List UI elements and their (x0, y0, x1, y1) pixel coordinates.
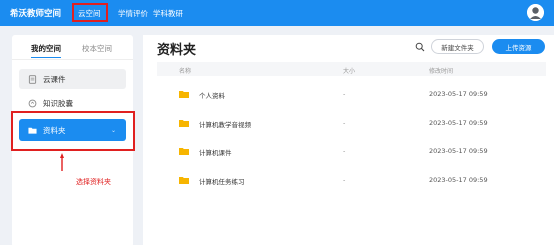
row-name: 计算机教学音视频 (199, 121, 251, 129)
avatar[interactable] (527, 4, 544, 21)
user-avatar-icon (527, 4, 544, 21)
column-header-time[interactable]: 修改时间 (429, 66, 453, 75)
row-time: 2023-05-17 09:59 (429, 176, 488, 184)
row-name: 计算机任务练习 (199, 178, 245, 186)
search-icon[interactable] (415, 42, 425, 52)
folder-icon (179, 120, 189, 127)
highlight-box-folder (11, 111, 135, 151)
row-time: 2023-05-17 09:59 (429, 147, 488, 155)
page-title: 资料夹 (157, 43, 197, 58)
row-size: - (343, 90, 346, 98)
upload-resource-button[interactable]: 上传资源 (492, 39, 545, 54)
row-size: - (343, 119, 346, 127)
table-row[interactable]: 计算机教学音视频 - 2023-05-17 09:59 (157, 116, 546, 132)
folder-icon (179, 177, 189, 184)
row-size: - (343, 176, 346, 184)
folder-icon (179, 148, 189, 155)
main-panel: 资料夹 新建文件夹 上传资源 名称 大小 修改时间 个人资料 - 2023-05… (143, 35, 554, 245)
tab-divider (12, 59, 133, 60)
annotation-label: 选择资料夹 (76, 178, 111, 186)
sidebar-item-label: 知识胶囊 (43, 98, 73, 108)
sidebar-item-cloud-courseware[interactable]: 云课件 (19, 69, 126, 89)
table-row[interactable]: 计算机任务练习 - 2023-05-17 09:59 (157, 173, 546, 189)
column-header-name[interactable]: 名称 (179, 66, 191, 75)
tab-school-space[interactable]: 校本空间 (82, 43, 112, 54)
new-folder-button[interactable]: 新建文件夹 (431, 39, 484, 54)
column-header-size[interactable]: 大小 (343, 66, 355, 75)
row-time: 2023-05-17 09:59 (429, 119, 488, 127)
arrow-up-icon (60, 153, 64, 171)
document-icon (28, 74, 37, 84)
sidebar-item-knowledge-capsule[interactable]: 知识胶囊 (19, 93, 126, 113)
tab-my-space[interactable]: 我的空间 (31, 43, 61, 58)
row-name: 计算机课件 (199, 149, 232, 157)
row-time: 2023-05-17 09:59 (429, 90, 488, 98)
row-size: - (343, 147, 346, 155)
table-header: 名称 大小 修改时间 (157, 62, 546, 76)
highlight-box-nav (72, 3, 108, 22)
row-name: 个人资料 (199, 92, 225, 100)
nav-learning-evaluation[interactable]: 学情评价 (118, 8, 148, 19)
nav-subject-research[interactable]: 学科教研 (153, 8, 183, 19)
brand-title: 希沃教师空间 (10, 9, 62, 19)
table-row[interactable]: 个人资料 - 2023-05-17 09:59 (157, 87, 546, 103)
top-bar: 希沃教师空间 云空间 学情评价 学科教研 (0, 0, 554, 26)
sidebar-item-label: 云课件 (43, 74, 66, 84)
capsule-icon (28, 99, 37, 107)
table-row[interactable]: 计算机课件 - 2023-05-17 09:59 (157, 144, 546, 160)
folder-icon (179, 91, 189, 98)
